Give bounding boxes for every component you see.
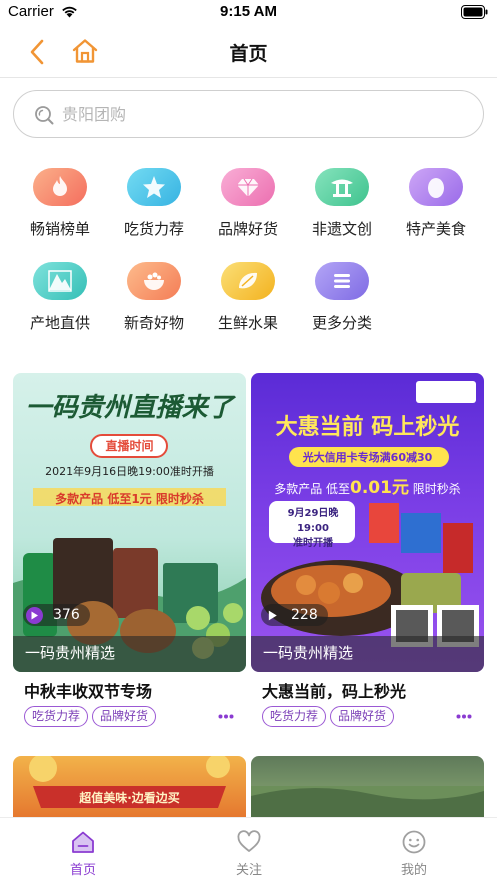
poster-date-line: 准时开播 xyxy=(293,538,333,549)
heart-icon xyxy=(237,830,261,852)
live-poster[interactable]: 一码贵州直播来了 直播时间 2021年9月16日晚19:00准时开播 多款产品 … xyxy=(13,373,246,672)
poster-date-line: 9月29日晚19:00 xyxy=(287,508,339,534)
category-heritage[interactable]: 非遗文创 xyxy=(295,168,389,258)
category-specialty-food-badge xyxy=(409,168,463,206)
poster-date: 9月29日晚19:00 准时开播 xyxy=(275,506,351,551)
tab-label: 我的 xyxy=(400,863,427,878)
egg-icon xyxy=(428,178,444,198)
tag[interactable]: 吃货力荐 xyxy=(24,706,89,727)
category-origin-direct[interactable]: 产地直供 xyxy=(13,262,107,352)
tag[interactable]: 品牌好货 xyxy=(92,706,157,727)
live-card[interactable]: 一码贵州直播来了 直播时间 2021年9月16日晚19:00准时开播 多款产品 … xyxy=(13,373,246,743)
category-brand-goods[interactable]: 品牌好货 xyxy=(201,168,295,258)
more-options-icon[interactable] xyxy=(218,714,234,719)
poster-promo-pre: 多款产品 低至 xyxy=(274,482,351,496)
category-label: 产地直供 xyxy=(29,314,90,332)
fruit-icon xyxy=(239,272,257,289)
play-icon xyxy=(26,606,43,624)
live-card-partial[interactable] xyxy=(251,756,484,817)
tag[interactable]: 品牌好货 xyxy=(330,706,395,727)
category-label: 品牌好货 xyxy=(217,220,278,238)
flame-icon xyxy=(53,176,67,196)
poster-promo-post: 限时秒杀 xyxy=(412,482,461,496)
pavilion-icon xyxy=(331,179,353,197)
tab-bar: 首页 关注 我的 xyxy=(0,817,497,883)
tab-profile[interactable]: 我的 xyxy=(331,818,497,883)
poster-headline: 大惠当前 码上秒光 xyxy=(275,415,460,440)
status-time: 9:15 AM xyxy=(220,3,277,20)
category-more-badge xyxy=(315,262,369,300)
search-icon xyxy=(35,106,54,125)
menu-icon xyxy=(334,274,350,288)
category-label: 特产美食 xyxy=(405,220,466,238)
category-novelty[interactable]: 新奇好物 xyxy=(107,262,201,352)
diamond-icon xyxy=(237,178,259,197)
view-count-badge: 228 xyxy=(261,604,328,626)
status-bar: Carrier 9:15 AM xyxy=(0,0,497,26)
tag-list: 吃货力荐 品牌好货 xyxy=(262,706,395,727)
category-fresh-fruit-badge xyxy=(221,262,275,300)
poster-badge: 直播时间 xyxy=(105,439,154,453)
view-count: 376 xyxy=(53,607,80,623)
card-title[interactable]: 大惠当前，码上秒光 xyxy=(262,678,406,702)
poster-banner: 超值美味·边看边买 xyxy=(79,791,180,805)
home-icon xyxy=(72,831,94,853)
tab-label: 关注 xyxy=(235,863,262,878)
view-count: 228 xyxy=(291,607,318,623)
category-foodie-pick-badge xyxy=(127,168,181,206)
category-novelty-badge xyxy=(127,262,181,300)
channel-strip: 一码贵州精选 xyxy=(13,636,246,672)
card-title[interactable]: 中秋丰收双节专场 xyxy=(24,678,152,702)
category-more[interactable]: 更多分类 xyxy=(295,262,389,352)
tab-label: 首页 xyxy=(69,863,96,878)
category-label: 生鲜水果 xyxy=(217,314,278,332)
poster-date: 2021年9月16日晚19:00准时开播 xyxy=(45,465,214,478)
category-label: 畅销榜单 xyxy=(29,220,90,238)
navigation-bar: 首页 xyxy=(0,26,497,78)
tag-list: 吃货力荐 品牌好货 xyxy=(24,706,157,727)
poster-subline: 光大信用卡专场满60减30 xyxy=(302,451,433,464)
tab-follow[interactable]: 关注 xyxy=(166,818,332,883)
tab-home[interactable]: 首页 xyxy=(0,818,166,883)
category-label: 新奇好物 xyxy=(123,314,184,332)
poster-headline: 一码贵州直播来了 xyxy=(25,393,234,423)
category-label: 吃货力荐 xyxy=(123,220,184,238)
poster-promo-price: 0.01元 xyxy=(350,478,409,498)
channel-strip: 一码贵州精选 xyxy=(251,636,484,672)
category-bestseller[interactable]: 畅销榜单 xyxy=(13,168,107,258)
category-foodie-pick[interactable]: 吃货力荐 xyxy=(107,168,201,258)
bowl-icon xyxy=(144,272,164,290)
live-poster[interactable]: 大惠当前 码上秒光 光大信用卡专场满60减30 多款产品 低至0.01元 限时秒… xyxy=(251,373,484,672)
category-specialty-food[interactable]: 特产美食 xyxy=(389,168,483,258)
more-options-icon[interactable] xyxy=(456,714,472,719)
star-icon xyxy=(143,176,165,198)
poster-promo: 多款产品 低至0.01元 限时秒杀 xyxy=(251,473,484,498)
poster-artwork xyxy=(251,786,484,817)
search-input[interactable] xyxy=(62,101,462,127)
poster-artwork xyxy=(29,756,230,808)
poster-promo: 多款产品 低至1元 限时秒杀 xyxy=(55,492,204,506)
page-title: 首页 xyxy=(229,43,268,65)
channel-name: 一码贵州精选 xyxy=(25,644,116,662)
search-bar[interactable] xyxy=(13,90,484,138)
live-card-partial[interactable]: 超值美味·边看边买 xyxy=(13,756,246,817)
tag[interactable]: 吃货力荐 xyxy=(262,706,327,727)
live-card[interactable]: 大惠当前 码上秒光 光大信用卡专场满60减30 多款产品 低至0.01元 限时秒… xyxy=(251,373,484,743)
category-brand-goods-badge xyxy=(221,168,275,206)
channel-name: 一码贵州精选 xyxy=(263,644,354,662)
category-heritage-badge xyxy=(315,168,369,206)
category-origin-direct-badge xyxy=(33,262,87,300)
category-bestseller-badge xyxy=(33,168,87,206)
category-label: 非遗文创 xyxy=(311,220,372,238)
play-icon xyxy=(264,607,281,624)
view-count-badge: 376 xyxy=(23,604,90,626)
category-fresh-fruit[interactable]: 生鲜水果 xyxy=(201,262,295,352)
mountain-icon xyxy=(48,270,72,292)
category-label: 更多分类 xyxy=(311,314,372,332)
smiley-icon xyxy=(402,830,426,854)
battery-icon xyxy=(461,5,488,19)
